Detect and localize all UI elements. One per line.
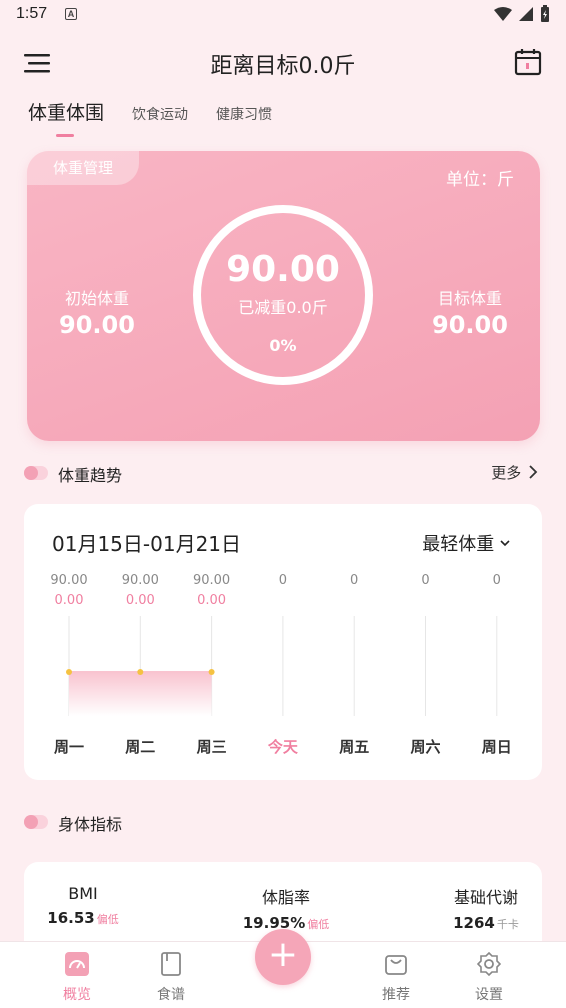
change-label: 0.00	[55, 593, 84, 608]
metric-label: 体脂率	[261, 888, 310, 907]
data-point	[208, 669, 215, 675]
initial-weight: 初始体重 90.00	[27, 285, 167, 339]
value-label: 0	[493, 573, 501, 588]
card-tag: 体重管理	[27, 151, 139, 185]
signal-icon	[519, 7, 533, 21]
status-bar: 1:57 A	[0, 0, 566, 30]
metric-note: 偏低	[307, 918, 330, 931]
trend-metric-label: 最轻体重	[422, 534, 495, 555]
metric-value-row: 1264 千卡	[438, 914, 534, 932]
gear-icon	[476, 951, 502, 977]
more-link-label: 更多	[491, 464, 522, 482]
nav-label: 食谱	[157, 987, 185, 1003]
target-weight-value: 90.00	[432, 311, 508, 339]
metric-body-fat[interactable]: 体脂率 19.95% 偏低	[234, 884, 338, 932]
area-fill	[69, 672, 212, 716]
value-label: 0	[350, 573, 358, 588]
metric-label: BMI	[68, 884, 98, 903]
nav-recipes[interactable]: 食谱	[141, 952, 201, 1004]
nav-label: 概览	[63, 987, 91, 1003]
status-time: 1:57	[16, 5, 48, 22]
value-label: 90.00	[122, 573, 159, 588]
metric-note: 偏低	[96, 913, 119, 926]
value-label: 0	[279, 573, 287, 588]
app-header: 距离目标0.0斤	[0, 40, 566, 86]
x-tick-label: 周六	[410, 738, 440, 756]
trend-section-header: 体重趋势 更多	[24, 462, 542, 486]
nav-label: 设置	[475, 987, 503, 1003]
target-weight: 目标体重 90.00	[400, 285, 540, 339]
status-icons	[494, 5, 550, 23]
nav-overview[interactable]: 概览	[47, 952, 107, 1004]
metric-note: 千卡	[496, 918, 519, 931]
metric-value: 16.53	[47, 909, 95, 927]
x-tick-label: 周一	[54, 738, 84, 756]
x-tick-label: 周日	[482, 738, 512, 756]
wifi-icon	[494, 7, 512, 21]
tab-health-habits[interactable]: 健康习惯	[216, 104, 272, 124]
nav-recommend[interactable]: 推荐	[366, 952, 426, 1004]
date-range: 01月15日-01月21日	[52, 532, 242, 556]
metric-value: 1264	[453, 914, 495, 932]
body-section-header: 身体指标	[24, 811, 542, 835]
initial-weight-value: 90.00	[59, 311, 135, 339]
initial-weight-label: 初始体重	[64, 289, 129, 308]
target-weight-label: 目标体重	[437, 289, 502, 308]
chevron-down-icon	[500, 540, 510, 547]
page-title: 距离目标0.0斤	[210, 54, 356, 79]
progress-percent: 0%	[269, 336, 297, 355]
change-label: 0.00	[197, 593, 226, 608]
weight-management-card[interactable]: 体重管理 单位：斤 初始体重 90.00 90.00 已减重0.0斤 0% 目标…	[27, 151, 540, 441]
x-tick-label: 周二	[125, 738, 155, 756]
section-dot-icon	[24, 466, 48, 480]
data-point	[66, 669, 72, 675]
weight-lost-text: 已减重0.0斤	[238, 298, 328, 317]
x-tick-label: 周三	[197, 738, 227, 756]
tab-diet-exercise[interactable]: 饮食运动	[132, 104, 188, 124]
book-icon	[161, 952, 181, 976]
nav-settings[interactable]: 设置	[459, 951, 519, 1004]
top-tabs: 体重体围 饮食运动 健康习惯	[28, 98, 272, 137]
x-tick-label: 周五	[339, 738, 369, 756]
metric-bmi[interactable]: BMI 16.53 偏低	[34, 884, 132, 927]
chevron-right-icon	[529, 465, 538, 479]
metric-label: 基础代谢	[453, 888, 518, 907]
value-label: 90.00	[193, 573, 230, 588]
value-label: 90.00	[50, 573, 87, 588]
calendar-icon[interactable]	[514, 48, 542, 76]
weight-trend-card: 90.00 90.00 90.00 0 0 0 0 0.00 0.00 0.00 周一 周二 周三 今天 周…	[24, 504, 542, 780]
nav-label: 推荐	[382, 987, 410, 1003]
unit-label: 单位：斤	[446, 170, 514, 190]
gauge-icon	[65, 952, 89, 976]
progress-ring: 90.00 已减重0.0斤 0%	[193, 205, 373, 385]
value-label: 0	[421, 573, 429, 588]
metric-bmr[interactable]: 基础代谢 1264 千卡	[438, 884, 534, 932]
tab-weight-girth[interactable]: 体重体围	[28, 98, 104, 137]
x-tick-label: 今天	[267, 738, 299, 756]
section-dot-icon	[24, 815, 48, 829]
bag-icon	[385, 955, 407, 975]
change-label: 0.00	[126, 593, 155, 608]
current-weight-value: 90.00	[226, 249, 340, 290]
trend-section-title: 体重趋势	[58, 466, 123, 485]
metric-value-row: 16.53 偏低	[34, 909, 132, 927]
battery-icon	[541, 5, 549, 22]
more-link[interactable]: 更多	[491, 462, 538, 483]
add-record-button[interactable]: +	[255, 929, 311, 985]
trend-metric-select[interactable]: 最轻体重	[422, 530, 510, 556]
data-point	[137, 669, 144, 675]
body-section-title: 身体指标	[58, 815, 123, 834]
notification-badge-icon: A	[65, 8, 77, 20]
